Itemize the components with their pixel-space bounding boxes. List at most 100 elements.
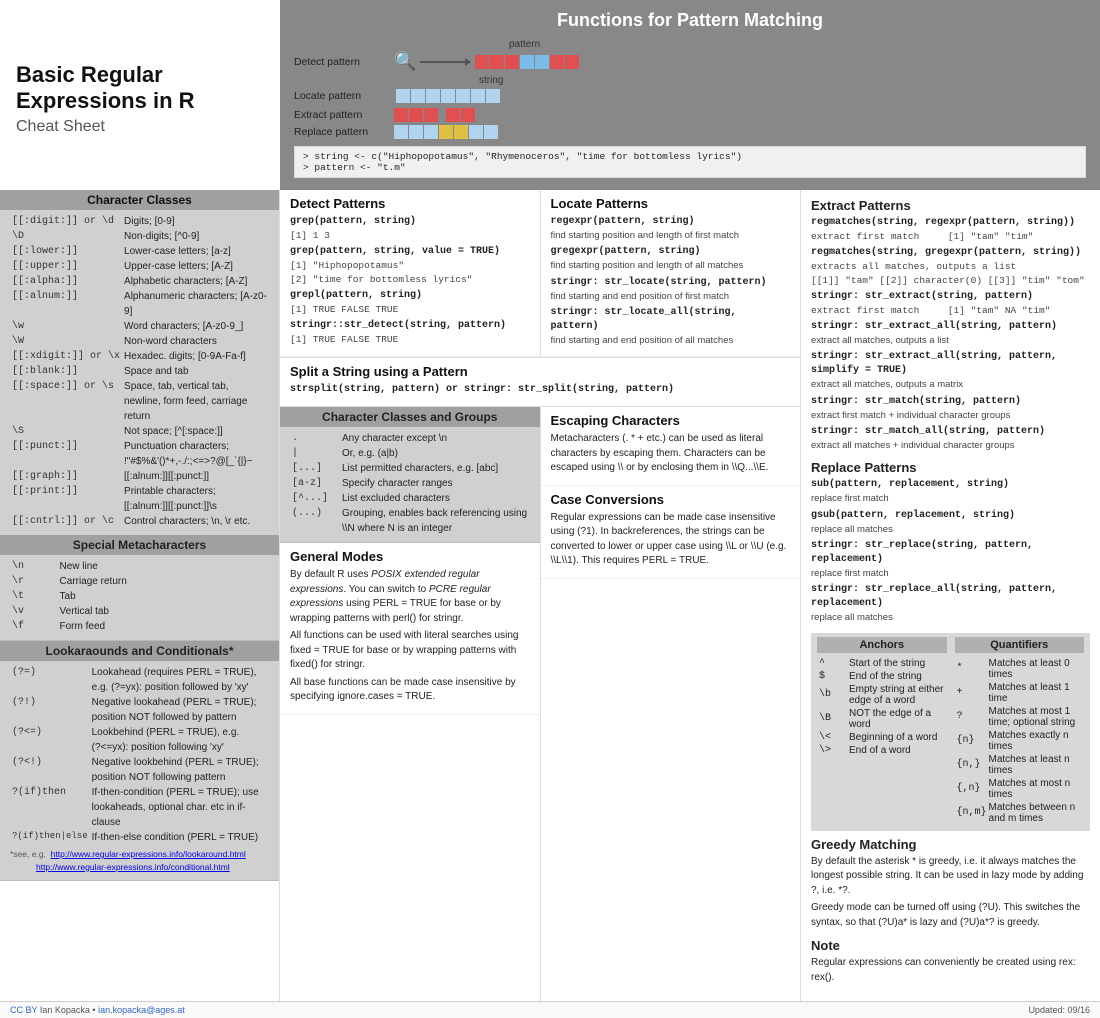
list-item: gsub(pattern, replacement, string) repla…: [811, 509, 1090, 536]
footer-email[interactable]: ian.kopacka@ages.at: [98, 1005, 185, 1015]
escaping-text: Metacharacters (. * + etc.) can be used …: [551, 432, 791, 476]
anchors-title: Anchors: [817, 637, 947, 653]
char-classes-content: [[:digit:]] or \dDigits; [0-9] \DNon-dig…: [10, 214, 269, 529]
list-item: \DNon-digits; [^0-9]: [10, 229, 269, 244]
locate-patterns-section: Locate Patterns regexpr(pattern, string)…: [541, 190, 801, 357]
list-item: {n,}Matches at least n times: [957, 754, 1083, 776]
page: Basic Regular Expressions in R Cheat She…: [0, 0, 1100, 1018]
magnifier-icon: 🔍: [394, 51, 416, 72]
list-item: ?(if)then|else If-then-else condition (P…: [10, 830, 269, 845]
list-item: [[:print:]]Printable characters;[[:alnum…: [10, 484, 269, 514]
list-item: stringr: str_match(string, pattern) extr…: [811, 395, 1090, 422]
diagram-area: pattern Detect pattern 🔍: [294, 39, 1086, 142]
replace-row: Replace pattern: [294, 125, 1086, 139]
lookarounds-content: (?=) Lookahead (requires PERL = TRUE),e.…: [10, 665, 269, 874]
list-item: {,n}Matches at most n times: [957, 778, 1083, 800]
functions-header: Functions for Pattern Matching: [294, 10, 1086, 31]
detect-patterns-title: Detect Patterns: [290, 196, 530, 211]
extract-patterns-title: Extract Patterns: [811, 198, 1090, 213]
greedy-matching-section: Greedy Matching By default the asterisk …: [811, 837, 1090, 931]
locate-label: Locate pattern: [294, 90, 394, 102]
functions-panel: Functions for Pattern Matching pattern D…: [280, 0, 1100, 190]
list-item: [[:alnum:]]Alphanumeric characters; [A-z…: [10, 289, 269, 319]
lookarounds-note: *see, e.g. http://www.regular-expression…: [10, 848, 269, 874]
footer: CC BY Ian Kopacka • ian.kopacka@ages.at …: [0, 1001, 1100, 1018]
list-item: stringr: str_locate(string, pattern) fin…: [551, 276, 791, 303]
list-item: gregexpr(pattern, string) find starting …: [551, 245, 791, 272]
locate-patterns-title: Locate Patterns: [551, 196, 791, 211]
main-content: Character Classes [[:digit:]] or \dDigit…: [0, 190, 1100, 1001]
list-item: stringr: str_extract_all(string, pattern…: [811, 320, 1090, 347]
greedy-matching-title: Greedy Matching: [811, 837, 1090, 852]
extract-patterns-section: Extract Patterns regmatches(string, rege…: [811, 198, 1090, 452]
lookaround-link2[interactable]: http://www.regular-expressions.info/cond…: [36, 862, 230, 872]
pattern-label: pattern: [509, 39, 540, 50]
list-item: \wWord characters; [A-z0-9_]: [10, 319, 269, 334]
list-item: \nNew line: [10, 559, 269, 574]
middle-bottom: Character Classes and Groups .Any charac…: [280, 407, 800, 1001]
list-item: .Any character except \n: [290, 431, 530, 446]
top-bar: Basic Regular Expressions in R Cheat She…: [0, 0, 1100, 190]
list-item: (?<!) Negative lookbehind (PERL = TRUE);…: [10, 755, 269, 785]
list-item: stringr: str_replace_all(string, pattern…: [811, 583, 1090, 624]
split-string-title: Split a String using a Pattern: [290, 364, 790, 379]
list-item: (...)Grouping, enables back referencing …: [290, 506, 530, 536]
list-item: (?<=) Lookbehind (PERL = TRUE), e.g.(?<=…: [10, 725, 269, 755]
left-column: Character Classes [[:digit:]] or \dDigit…: [0, 190, 280, 1001]
footer-left: CC BY Ian Kopacka • ian.kopacka@ages.at: [10, 1005, 185, 1015]
metacharacters-title: Special Metacharacters: [0, 535, 279, 555]
list-item: +Matches at least 1 time: [957, 682, 1083, 704]
string-label: string: [479, 75, 503, 86]
char-classes-title: Character Classes: [0, 190, 279, 210]
list-item: \WNon-word characters: [10, 334, 269, 349]
general-modes-text3: All base functions can be made case inse…: [290, 676, 530, 705]
license-link[interactable]: CC BY: [10, 1005, 37, 1015]
list-item: [[:digit:]] or \dDigits; [0-9]: [10, 214, 269, 229]
greedy-text2: Greedy mode can be turned off using (?U)…: [811, 901, 1090, 930]
list-item: (?=) Lookahead (requires PERL = TRUE),e.…: [10, 665, 269, 695]
main-title: Basic Regular Expressions in R: [16, 62, 264, 115]
list-item: [^...]List excluded characters: [290, 491, 530, 506]
extract-label: Extract pattern: [294, 109, 394, 121]
anchors-quantifiers-area: Anchors ^Start of the string $End of the…: [811, 633, 1090, 831]
anchors-section: Anchors ^Start of the string $End of the…: [817, 637, 947, 826]
list-item: [[:lower:]]Lower-case letters; [a-z]: [10, 244, 269, 259]
char-classes-groups-area: Character Classes and Groups .Any charac…: [280, 407, 541, 1001]
detect-locate-area: Detect Patterns grep(pattern, string) [1…: [280, 190, 800, 358]
list-item: [[:space:]] or \sSpace, tab, vertical ta…: [10, 379, 269, 424]
list-item: stringr: str_match_all(string, pattern) …: [811, 425, 1090, 452]
general-modes-text2: All functions can be used with literal s…: [290, 629, 530, 673]
list-item: grep(pattern, string, value = TRUE) [1] …: [290, 245, 530, 286]
right-column: Extract Patterns regmatches(string, rege…: [800, 190, 1100, 1001]
title-panel: Basic Regular Expressions in R Cheat She…: [0, 0, 280, 190]
list-item: |Or, e.g. (a|b): [290, 446, 530, 461]
list-item: stringr: str_locate_all(string, pattern)…: [551, 306, 791, 347]
list-item: \bEmpty string at either edge of a word: [819, 684, 945, 706]
list-item: \>End of a word: [819, 745, 945, 756]
list-item: [a-z]Specify character ranges: [290, 476, 530, 491]
list-item: regexpr(pattern, string) find starting p…: [551, 215, 791, 242]
char-classes-groups-title: Character Classes and Groups: [280, 407, 540, 427]
list-item: {n,m}Matches between n and m times: [957, 802, 1083, 824]
list-item: \fForm feed: [10, 619, 269, 634]
detect-label: Detect pattern: [294, 56, 394, 68]
case-conversions-text: Regular expressions can be made case ins…: [551, 511, 791, 569]
special-metacharacters-section: Special Metacharacters \nNew line \rCarr…: [0, 535, 279, 641]
case-conversions-section: Case Conversions Regular expressions can…: [541, 486, 801, 579]
split-string-fn: strsplit(string, pattern) or stringr: st…: [290, 383, 790, 397]
list-item: \<Beginning of a word: [819, 732, 945, 743]
lookarounds-title: Lookaraounds and Conditionals*: [0, 641, 279, 661]
case-conversions-title: Case Conversions: [551, 492, 791, 507]
lookaround-link1[interactable]: http://www.regular-expressions.info/look…: [51, 849, 246, 859]
list-item: regmatches(string, gregexpr(pattern, str…: [811, 246, 1090, 287]
list-item: \BNOT the edge of a word: [819, 708, 945, 730]
lookarounds-section: Lookaraounds and Conditionals* (?=) Look…: [0, 641, 279, 881]
list-item: \SNot space; [^[:space:]]: [10, 424, 269, 439]
middle-column: Detect Patterns grep(pattern, string) [1…: [280, 190, 800, 1001]
code-example: > string <- c("Hiphopopotamus", "Rhymeno…: [294, 146, 1086, 178]
list-item: ?(if)then If-then-condition (PERL = TRUE…: [10, 785, 269, 830]
list-item: stringr: str_replace(string, pattern, re…: [811, 539, 1090, 580]
quantifiers-section: Quantifiers *Matches at least 0 times +M…: [955, 637, 1085, 826]
list-item: \tTab: [10, 589, 269, 604]
list-item: $End of the string: [819, 671, 945, 682]
